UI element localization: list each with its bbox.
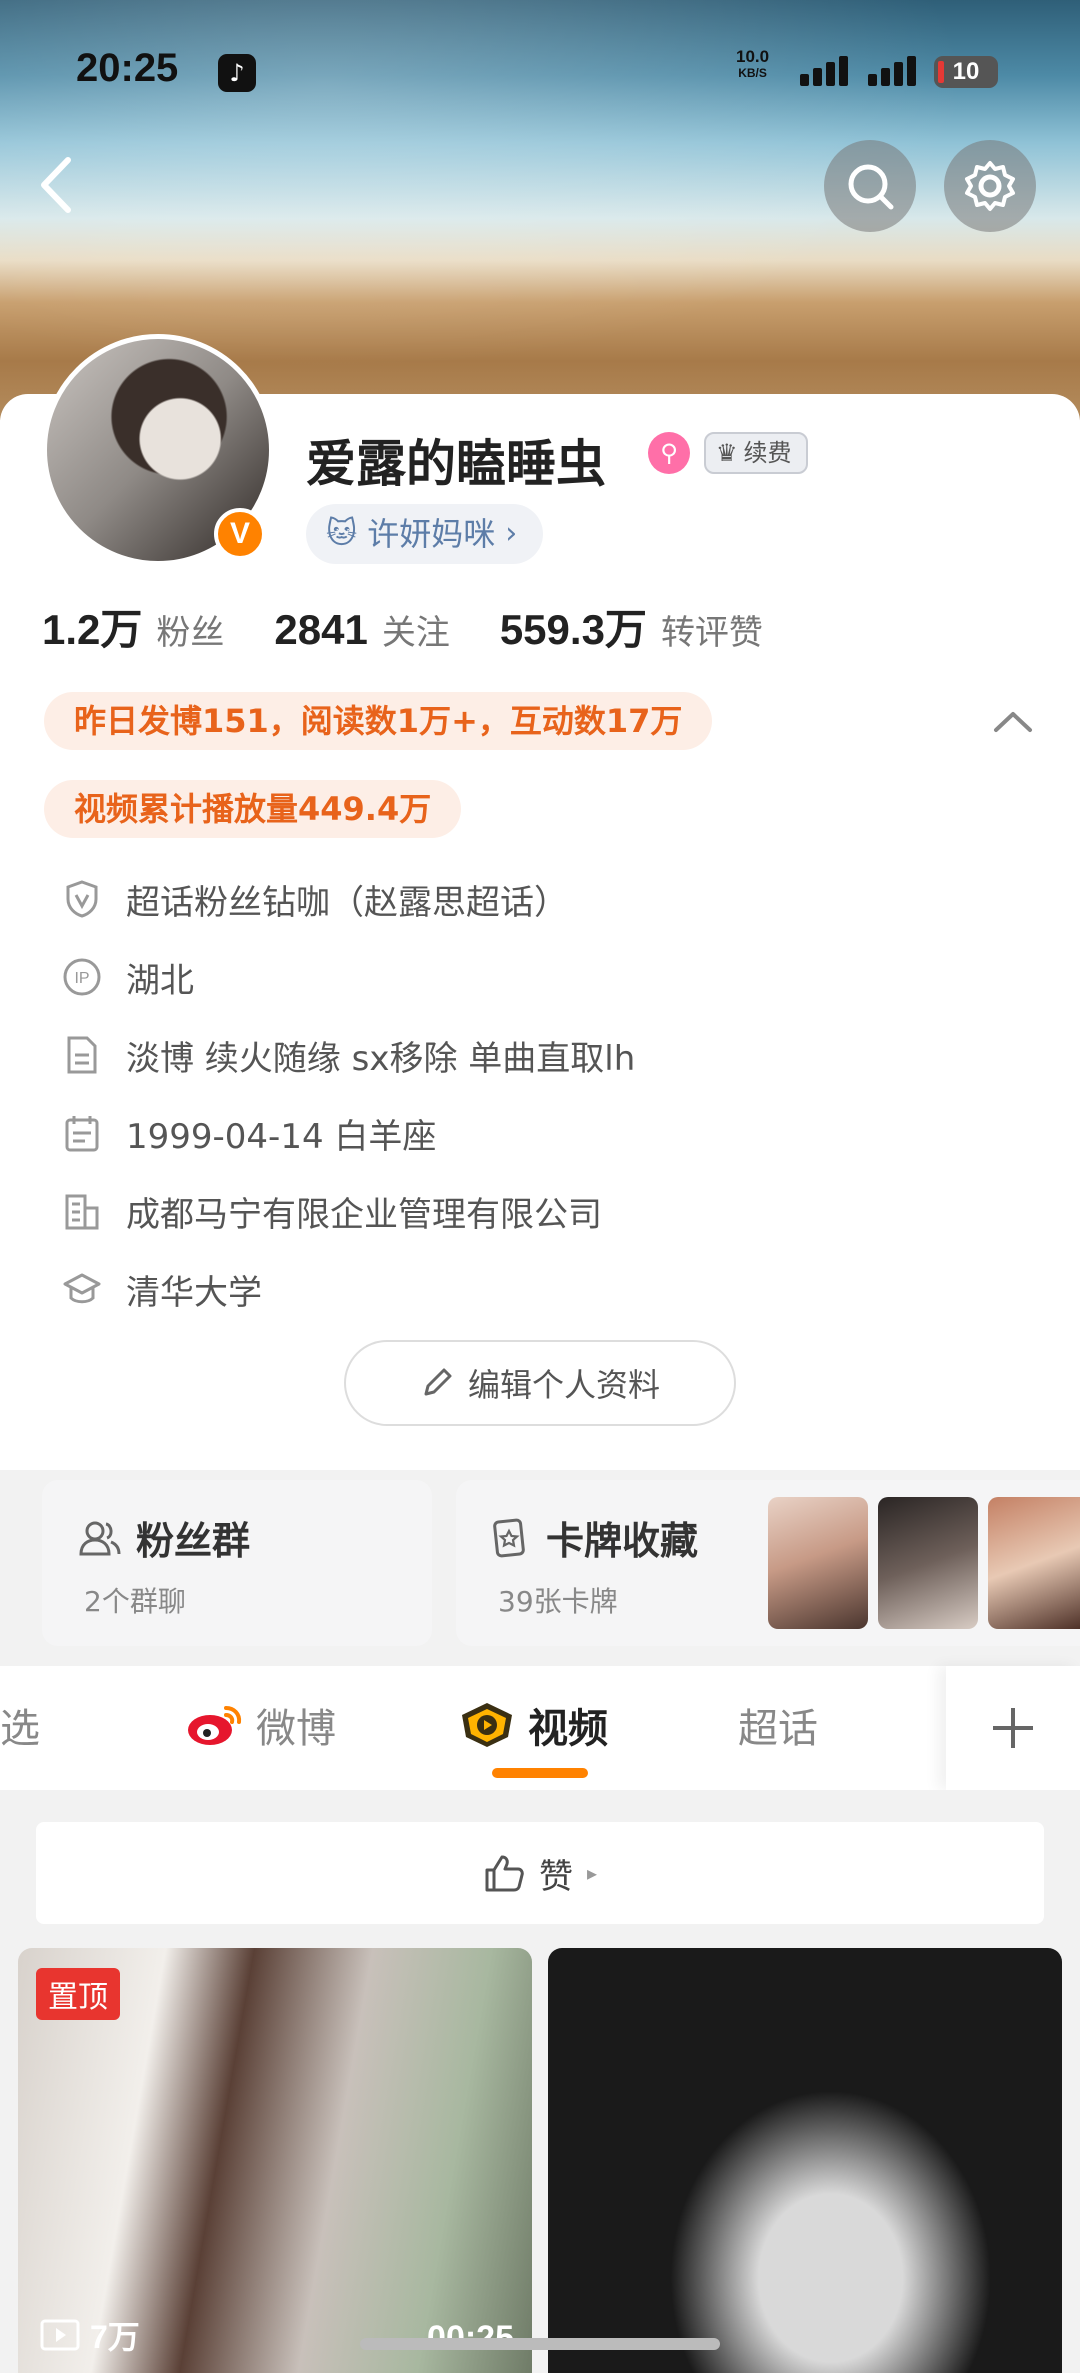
- tab-featured[interactable]: 选: [0, 1696, 40, 1754]
- video-card-2[interactable]: [548, 1948, 1062, 2373]
- edit-profile-label: 编辑个人资料: [467, 1366, 660, 1404]
- video-badge-icon: [462, 1703, 512, 1747]
- following-label[interactable]: 关注: [382, 605, 450, 654]
- engagement-count[interactable]: 559.3万: [500, 596, 647, 657]
- video-feed: 赞 ▸ 置顶 7万 00:25: [0, 1790, 1080, 2373]
- info-bio: 淡博 续火随缘 sx移除 单曲直取lh: [62, 1030, 635, 1080]
- home-indicator: [360, 2338, 720, 2350]
- super-search-icon[interactable]: ⚲: [648, 432, 690, 474]
- fan-title-label: 许妍妈咪: [367, 515, 496, 553]
- tab-featured-label: 选: [0, 1706, 40, 1752]
- play-count-icon: [40, 2319, 80, 2351]
- video-play-pill[interactable]: 视频累计播放量449.4万: [44, 780, 462, 838]
- weibo-icon: [188, 1706, 242, 1745]
- renew-label: 续费: [743, 439, 792, 467]
- plus-icon: [993, 1708, 1033, 1748]
- superfan-text: 超话粉丝钻咖（赵露思超话）: [126, 882, 568, 923]
- profile-tabs: 选 微博 视频 超话: [0, 1666, 1080, 1790]
- building-icon: [62, 1191, 102, 1231]
- fan-group-sub: 2个群聊: [84, 1585, 186, 1618]
- company-text: 成都马宁有限企业管理有限公司: [126, 1194, 602, 1235]
- tab-weibo[interactable]: 微博: [186, 1696, 336, 1754]
- fan-group-card[interactable]: 粉丝群 2个群聊: [42, 1480, 432, 1646]
- tab-video-label: 视频: [528, 1706, 608, 1752]
- signal-icon: [800, 54, 852, 86]
- group-icon: [79, 1521, 121, 1555]
- birthday-text: 1999-04-14 白羊座: [126, 1116, 437, 1157]
- verified-v-icon: V: [214, 508, 266, 560]
- followers-count[interactable]: 1.2万: [42, 596, 142, 657]
- status-bar: 20:25 ♪ 10.0 KB/S 10: [0, 40, 1080, 110]
- video-card-1[interactable]: 置顶 7万 00:25: [18, 1948, 532, 2373]
- video-views: 7万: [40, 2312, 140, 2358]
- info-school: 清华大学: [62, 1264, 262, 1314]
- engagement-label[interactable]: 转评赞: [661, 605, 763, 654]
- back-button[interactable]: [30, 150, 90, 220]
- like-filter-bar[interactable]: 赞 ▸: [36, 1822, 1044, 1924]
- chevron-left-icon: [41, 157, 71, 213]
- ip-text: 湖北: [126, 960, 194, 1001]
- tab-weibo-label: 微博: [256, 1706, 336, 1752]
- info-company: 成都马宁有限企业管理有限公司: [62, 1186, 602, 1236]
- collapse-button[interactable]: [990, 706, 1036, 736]
- card-thumb-1[interactable]: [768, 1497, 868, 1629]
- settings-button[interactable]: [944, 140, 1036, 232]
- network-speed: 10.0 KB/S: [736, 48, 769, 82]
- following-count[interactable]: 2841: [274, 606, 367, 654]
- tab-supertopic-label: 超话: [738, 1706, 818, 1752]
- vip-renew-badge[interactable]: ♛ 续费: [704, 432, 808, 474]
- bio-text: 淡博 续火随缘 sx移除 单曲直取lh: [126, 1038, 636, 1079]
- svg-text:IP: IP: [74, 970, 89, 987]
- gear-icon: [965, 161, 1015, 211]
- profile-stats: 1.2万 粉丝 2841 关注 559.3万 转评赞: [42, 596, 813, 657]
- active-tab-indicator: [492, 1768, 588, 1778]
- card-collection-sub: 39张卡牌: [498, 1585, 618, 1618]
- edit-profile-button[interactable]: 编辑个人资料: [344, 1340, 736, 1426]
- card-collection-title-row: 卡牌收藏: [492, 1510, 698, 1565]
- cat-icon: 🐱: [326, 516, 358, 551]
- battery-icon: 10: [934, 56, 998, 88]
- info-ip: IP 湖北: [62, 952, 194, 1002]
- ip-icon: IP: [62, 957, 102, 997]
- tab-video[interactable]: 视频: [458, 1696, 608, 1754]
- status-time: 20:25: [76, 46, 179, 90]
- pencil-icon: [424, 1368, 452, 1396]
- chevron-right-icon: ›: [505, 516, 518, 551]
- username: 爱露的瞌睡虫: [306, 435, 606, 493]
- caret-right-icon: ▸: [586, 1861, 598, 1885]
- card-collection-title: 卡牌收藏: [546, 1519, 699, 1563]
- activity-pill[interactable]: 昨日发博151，阅读数1万+，互动数17万: [44, 692, 713, 750]
- card-thumb-2[interactable]: [878, 1497, 978, 1629]
- add-tab-button[interactable]: [946, 1666, 1080, 1790]
- like-filter-label: 赞: [538, 1856, 573, 1897]
- network-speed-value: 10.0: [736, 47, 770, 66]
- tiktok-icon: ♪: [218, 54, 256, 92]
- thumbs-up-icon: [485, 1855, 524, 1892]
- fan-title-chip[interactable]: 🐱 许妍妈咪 ›: [306, 504, 544, 564]
- crown-icon: ♛: [716, 439, 738, 467]
- chevron-up-icon: [994, 712, 1032, 732]
- info-birthday: 1999-04-14 白羊座: [62, 1108, 436, 1158]
- network-speed-unit: KB/S: [738, 66, 767, 80]
- fan-group-title: 粉丝群: [136, 1519, 251, 1563]
- signal-icon-2: [868, 54, 920, 86]
- card-icon: [493, 1518, 525, 1557]
- info-superfan[interactable]: 超话粉丝钻咖（赵露思超话）: [62, 874, 568, 924]
- shield-icon: [62, 879, 102, 919]
- graduation-cap-icon: [62, 1269, 102, 1309]
- school-text: 清华大学: [126, 1272, 262, 1313]
- card-thumb-3[interactable]: [988, 1497, 1080, 1629]
- followers-label[interactable]: 粉丝: [156, 605, 224, 654]
- pinned-tag: 置顶: [36, 1968, 120, 2020]
- search-icon: [848, 164, 894, 210]
- fan-group-title-row: 粉丝群: [78, 1510, 250, 1565]
- document-icon: [62, 1035, 102, 1075]
- video-views-count: 7万: [90, 2319, 140, 2355]
- search-button[interactable]: [824, 140, 916, 232]
- tab-supertopic[interactable]: 超话: [738, 1696, 818, 1754]
- calendar-icon: [62, 1113, 102, 1153]
